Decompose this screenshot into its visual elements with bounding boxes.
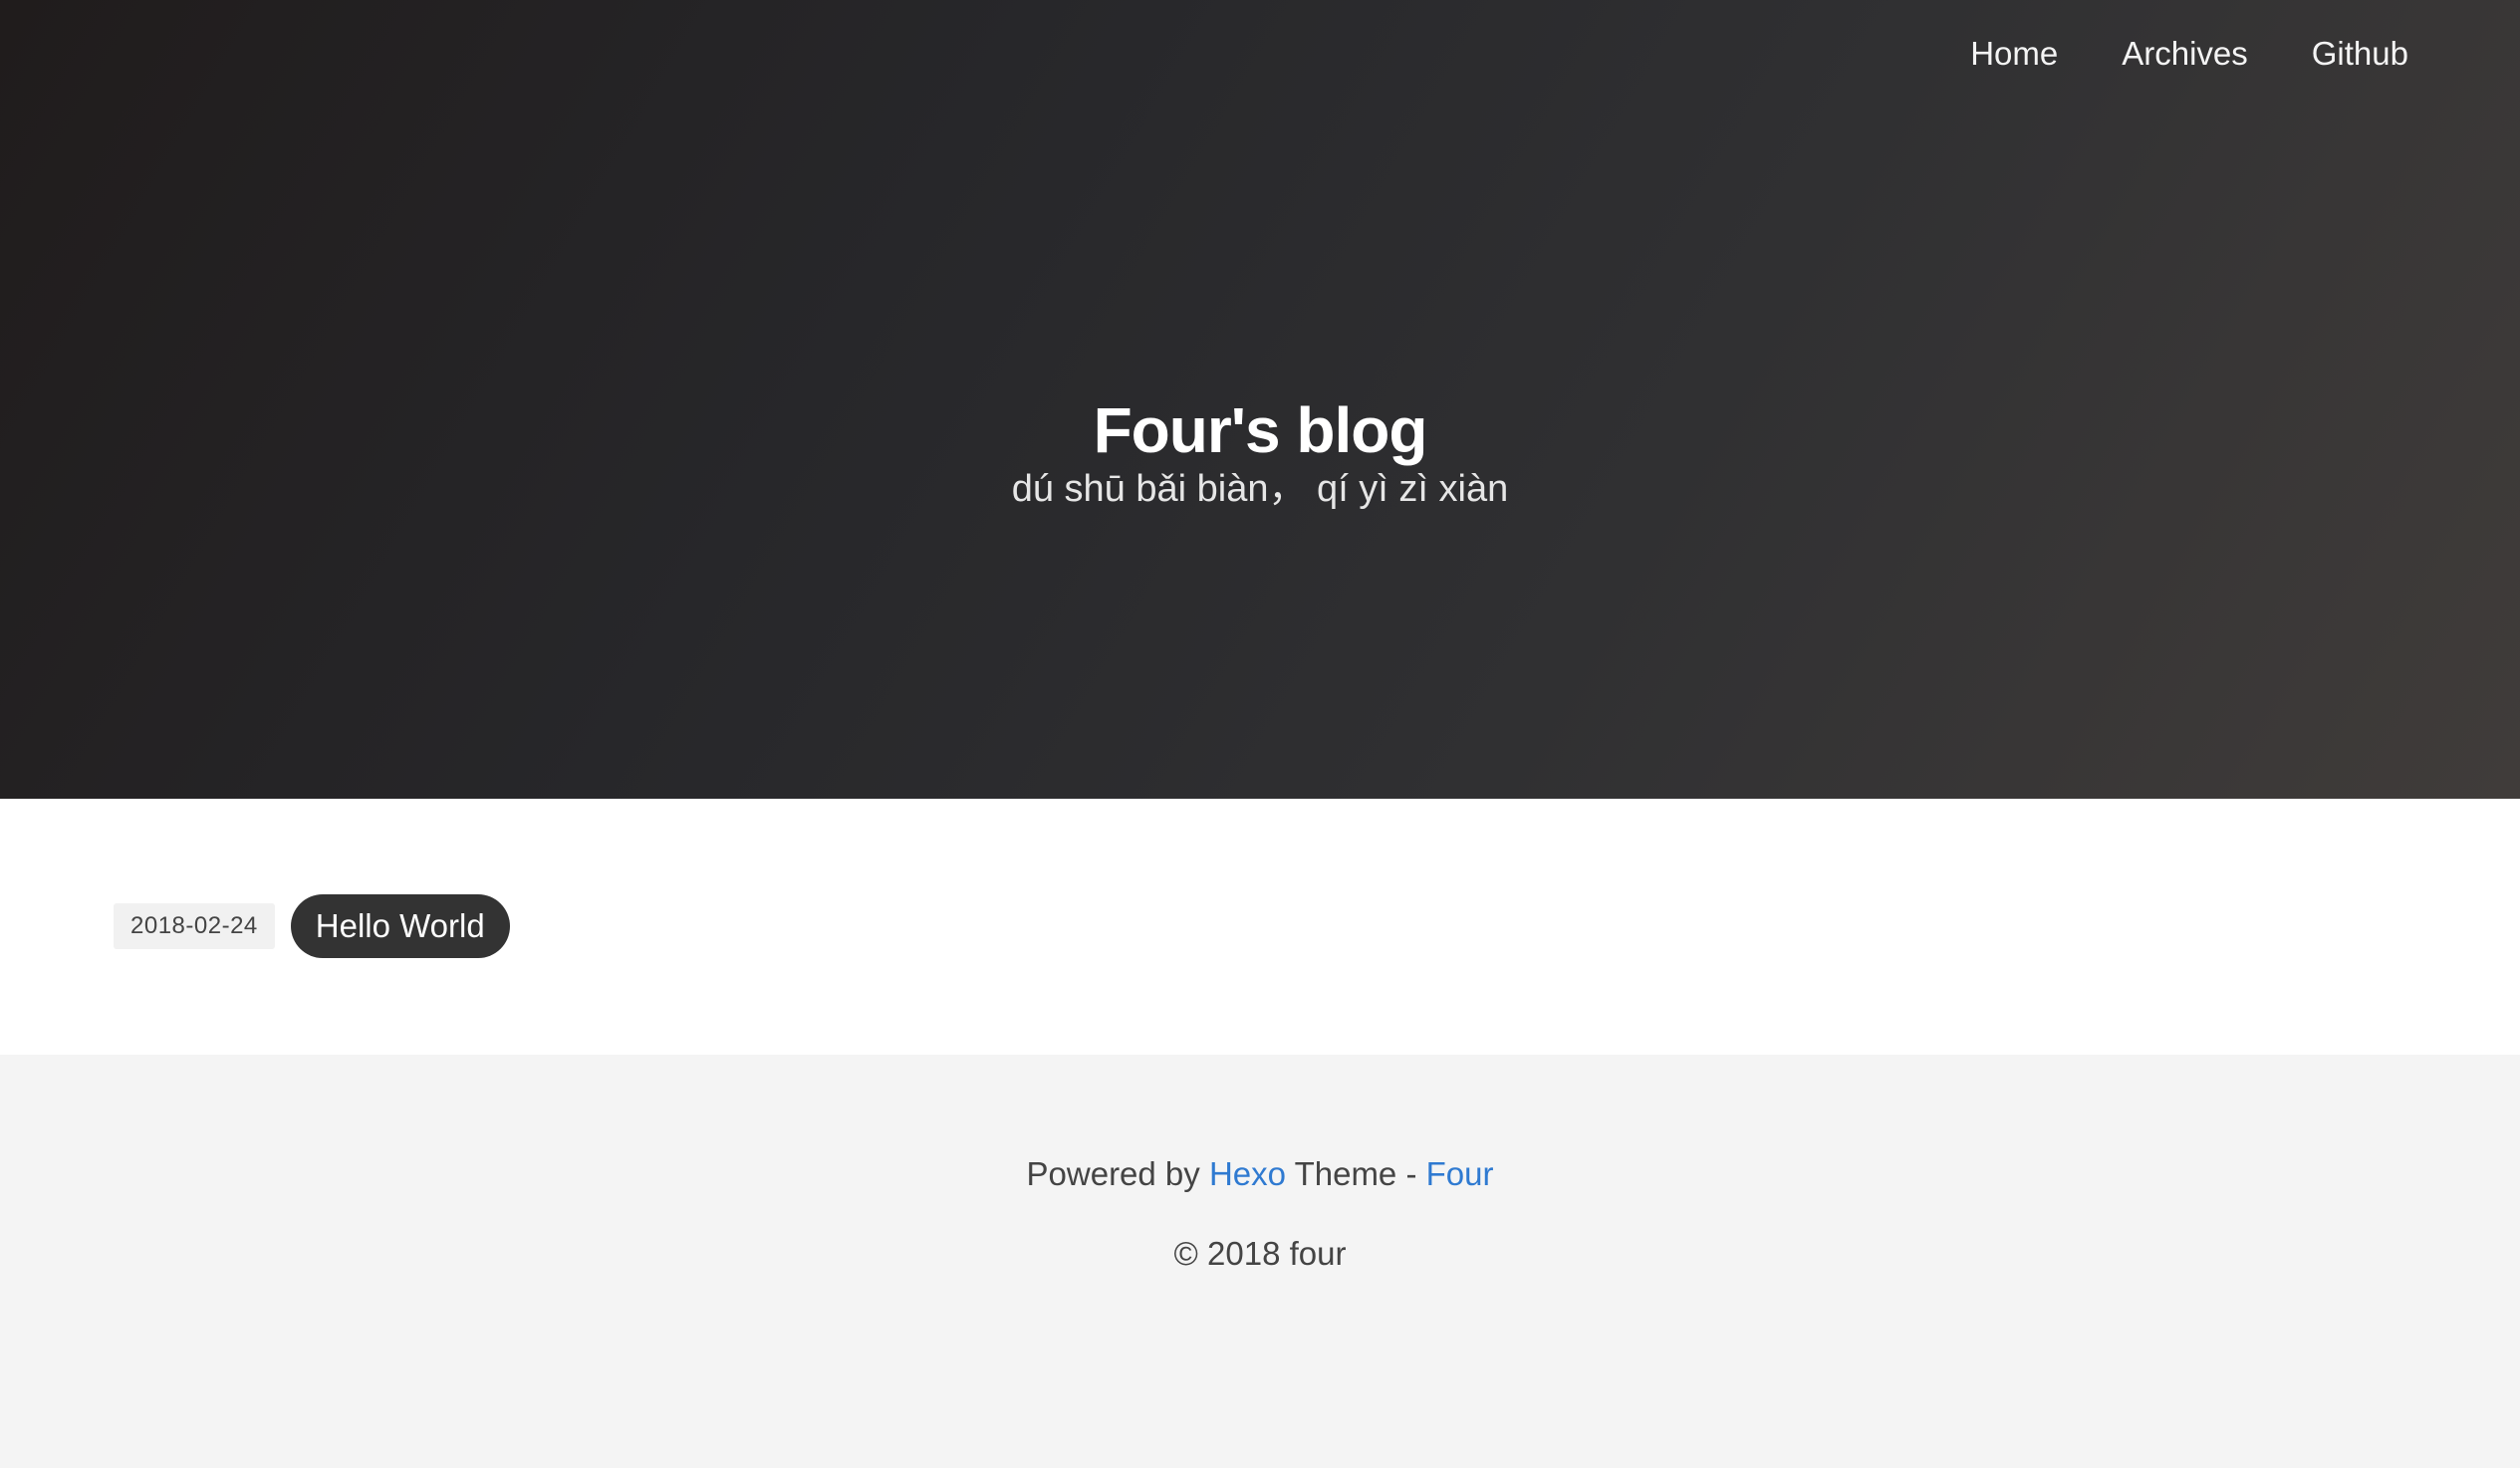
nav-github-link[interactable]: Github: [2312, 32, 2408, 76]
site-subtitle: dú shū bǎi biàn， qí yì zì xiàn: [1011, 468, 1509, 510]
footer-powered-by: Powered by Hexo Theme - Four: [0, 1152, 2520, 1196]
nav-archives-link[interactable]: Archives: [2122, 32, 2248, 76]
footer: Powered by Hexo Theme - Four © 2018 four: [0, 1055, 2520, 1468]
powered-prefix: Powered by: [1026, 1155, 1200, 1192]
hexo-link[interactable]: Hexo: [1209, 1155, 1286, 1192]
four-theme-link[interactable]: Four: [1426, 1155, 1494, 1192]
post-list: 2018-02-24 Hello World: [0, 799, 2520, 1055]
theme-text: Theme -: [1294, 1155, 1417, 1192]
top-nav: Home Archives Github: [1970, 32, 2408, 76]
post-title-link[interactable]: Hello World: [290, 894, 510, 958]
nav-home-link[interactable]: Home: [1970, 32, 2058, 76]
site-title: Four's blog: [1093, 394, 1428, 466]
post-date: 2018-02-24: [114, 903, 275, 949]
list-item: 2018-02-24 Hello World: [114, 894, 510, 958]
footer-copyright: © 2018 four: [1173, 1235, 1347, 1272]
hero-banner: Home Archives Github Four's blog dú shū …: [0, 0, 2520, 799]
